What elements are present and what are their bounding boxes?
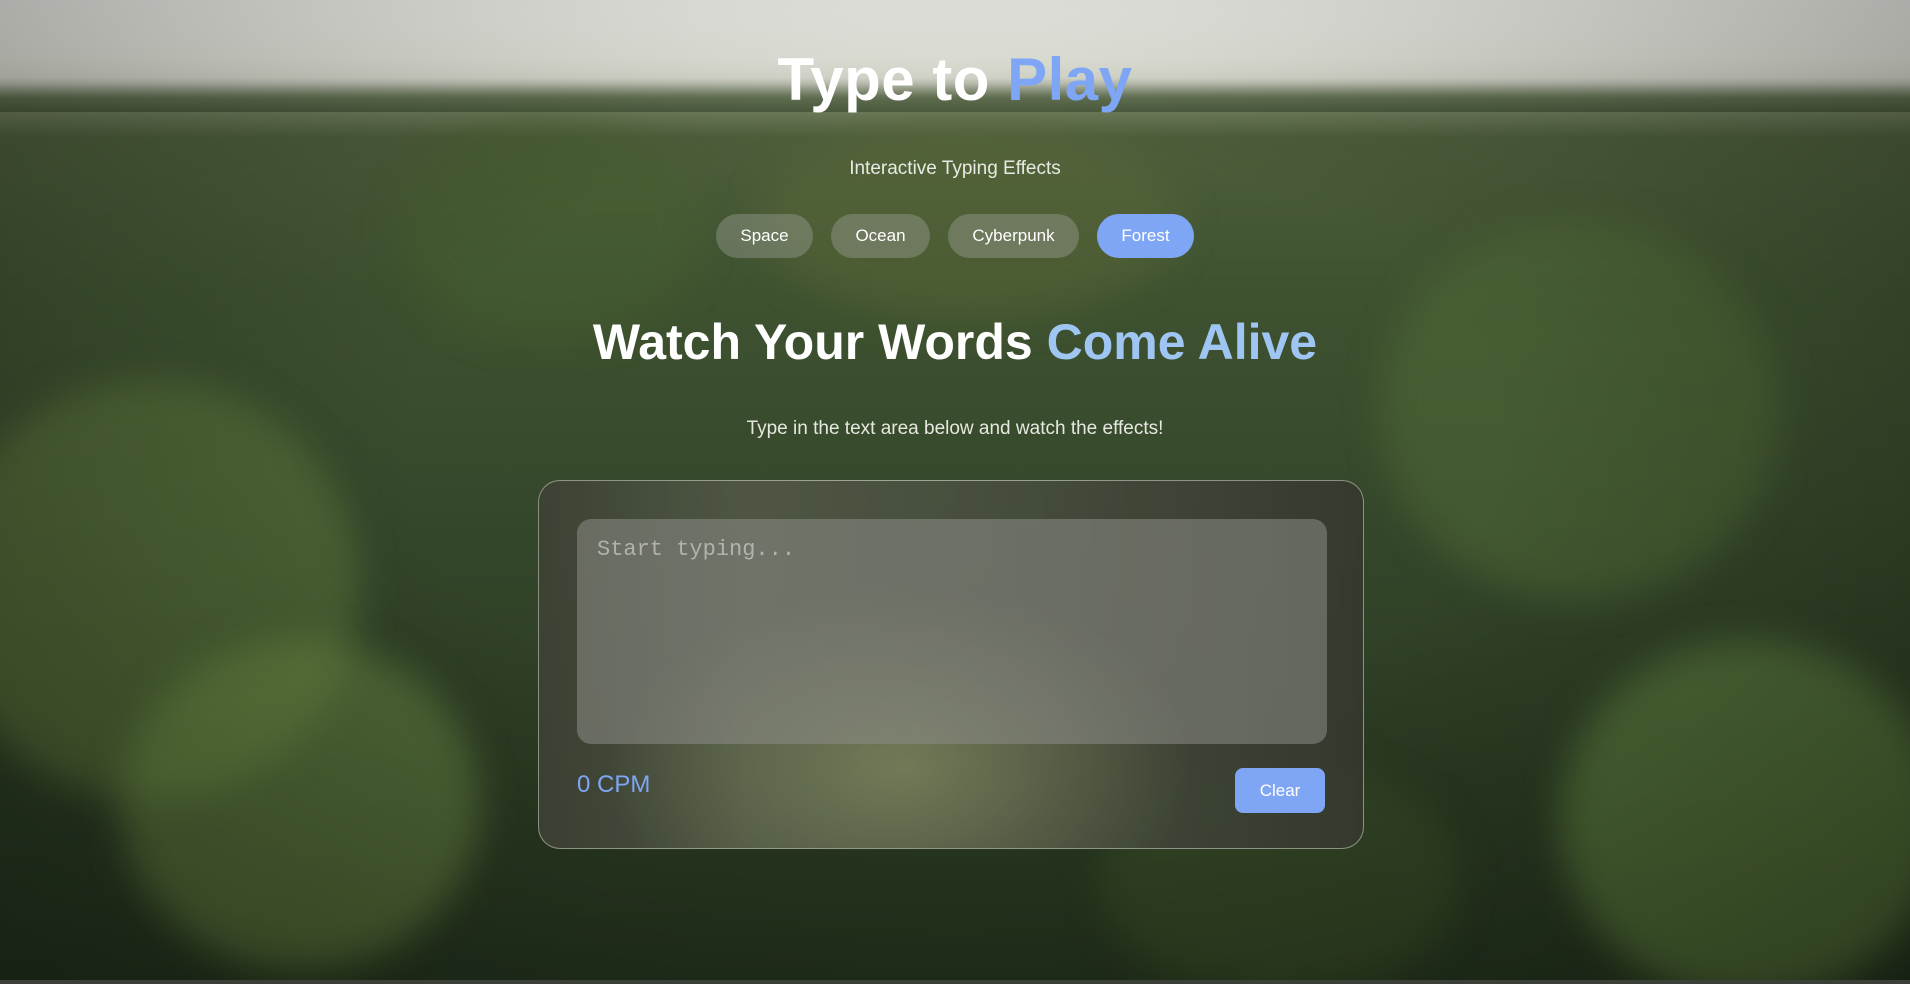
app-title-accent: Play (1007, 46, 1133, 113)
hero-headline: Watch Your Words Come Alive (0, 312, 1910, 372)
theme-forest-button[interactable]: Forest (1097, 214, 1194, 258)
theme-selector: Space Ocean Cyberpunk Forest (0, 214, 1910, 258)
theme-ocean-button[interactable]: Ocean (831, 214, 930, 258)
hero-headline-main: Watch Your Words (592, 314, 1033, 370)
app-title: Type to Play (0, 44, 1910, 116)
clear-button[interactable]: Clear (1235, 768, 1325, 813)
page: Type to Play Interactive Typing Effects … (0, 0, 1910, 984)
app-tagline: Interactive Typing Effects (849, 158, 1061, 179)
theme-cyberpunk-button[interactable]: Cyberpunk (948, 214, 1079, 258)
cpm-counter: 0 CPM (577, 771, 651, 798)
hero-headline-accent: Come Alive (1046, 314, 1318, 370)
typing-card: 0 CPM Clear (538, 480, 1364, 849)
theme-space-button[interactable]: Space (716, 214, 813, 258)
typing-input[interactable] (577, 519, 1327, 744)
app-title-main: Type to (777, 46, 990, 113)
hero-subline: Type in the text area below and watch th… (746, 418, 1164, 439)
